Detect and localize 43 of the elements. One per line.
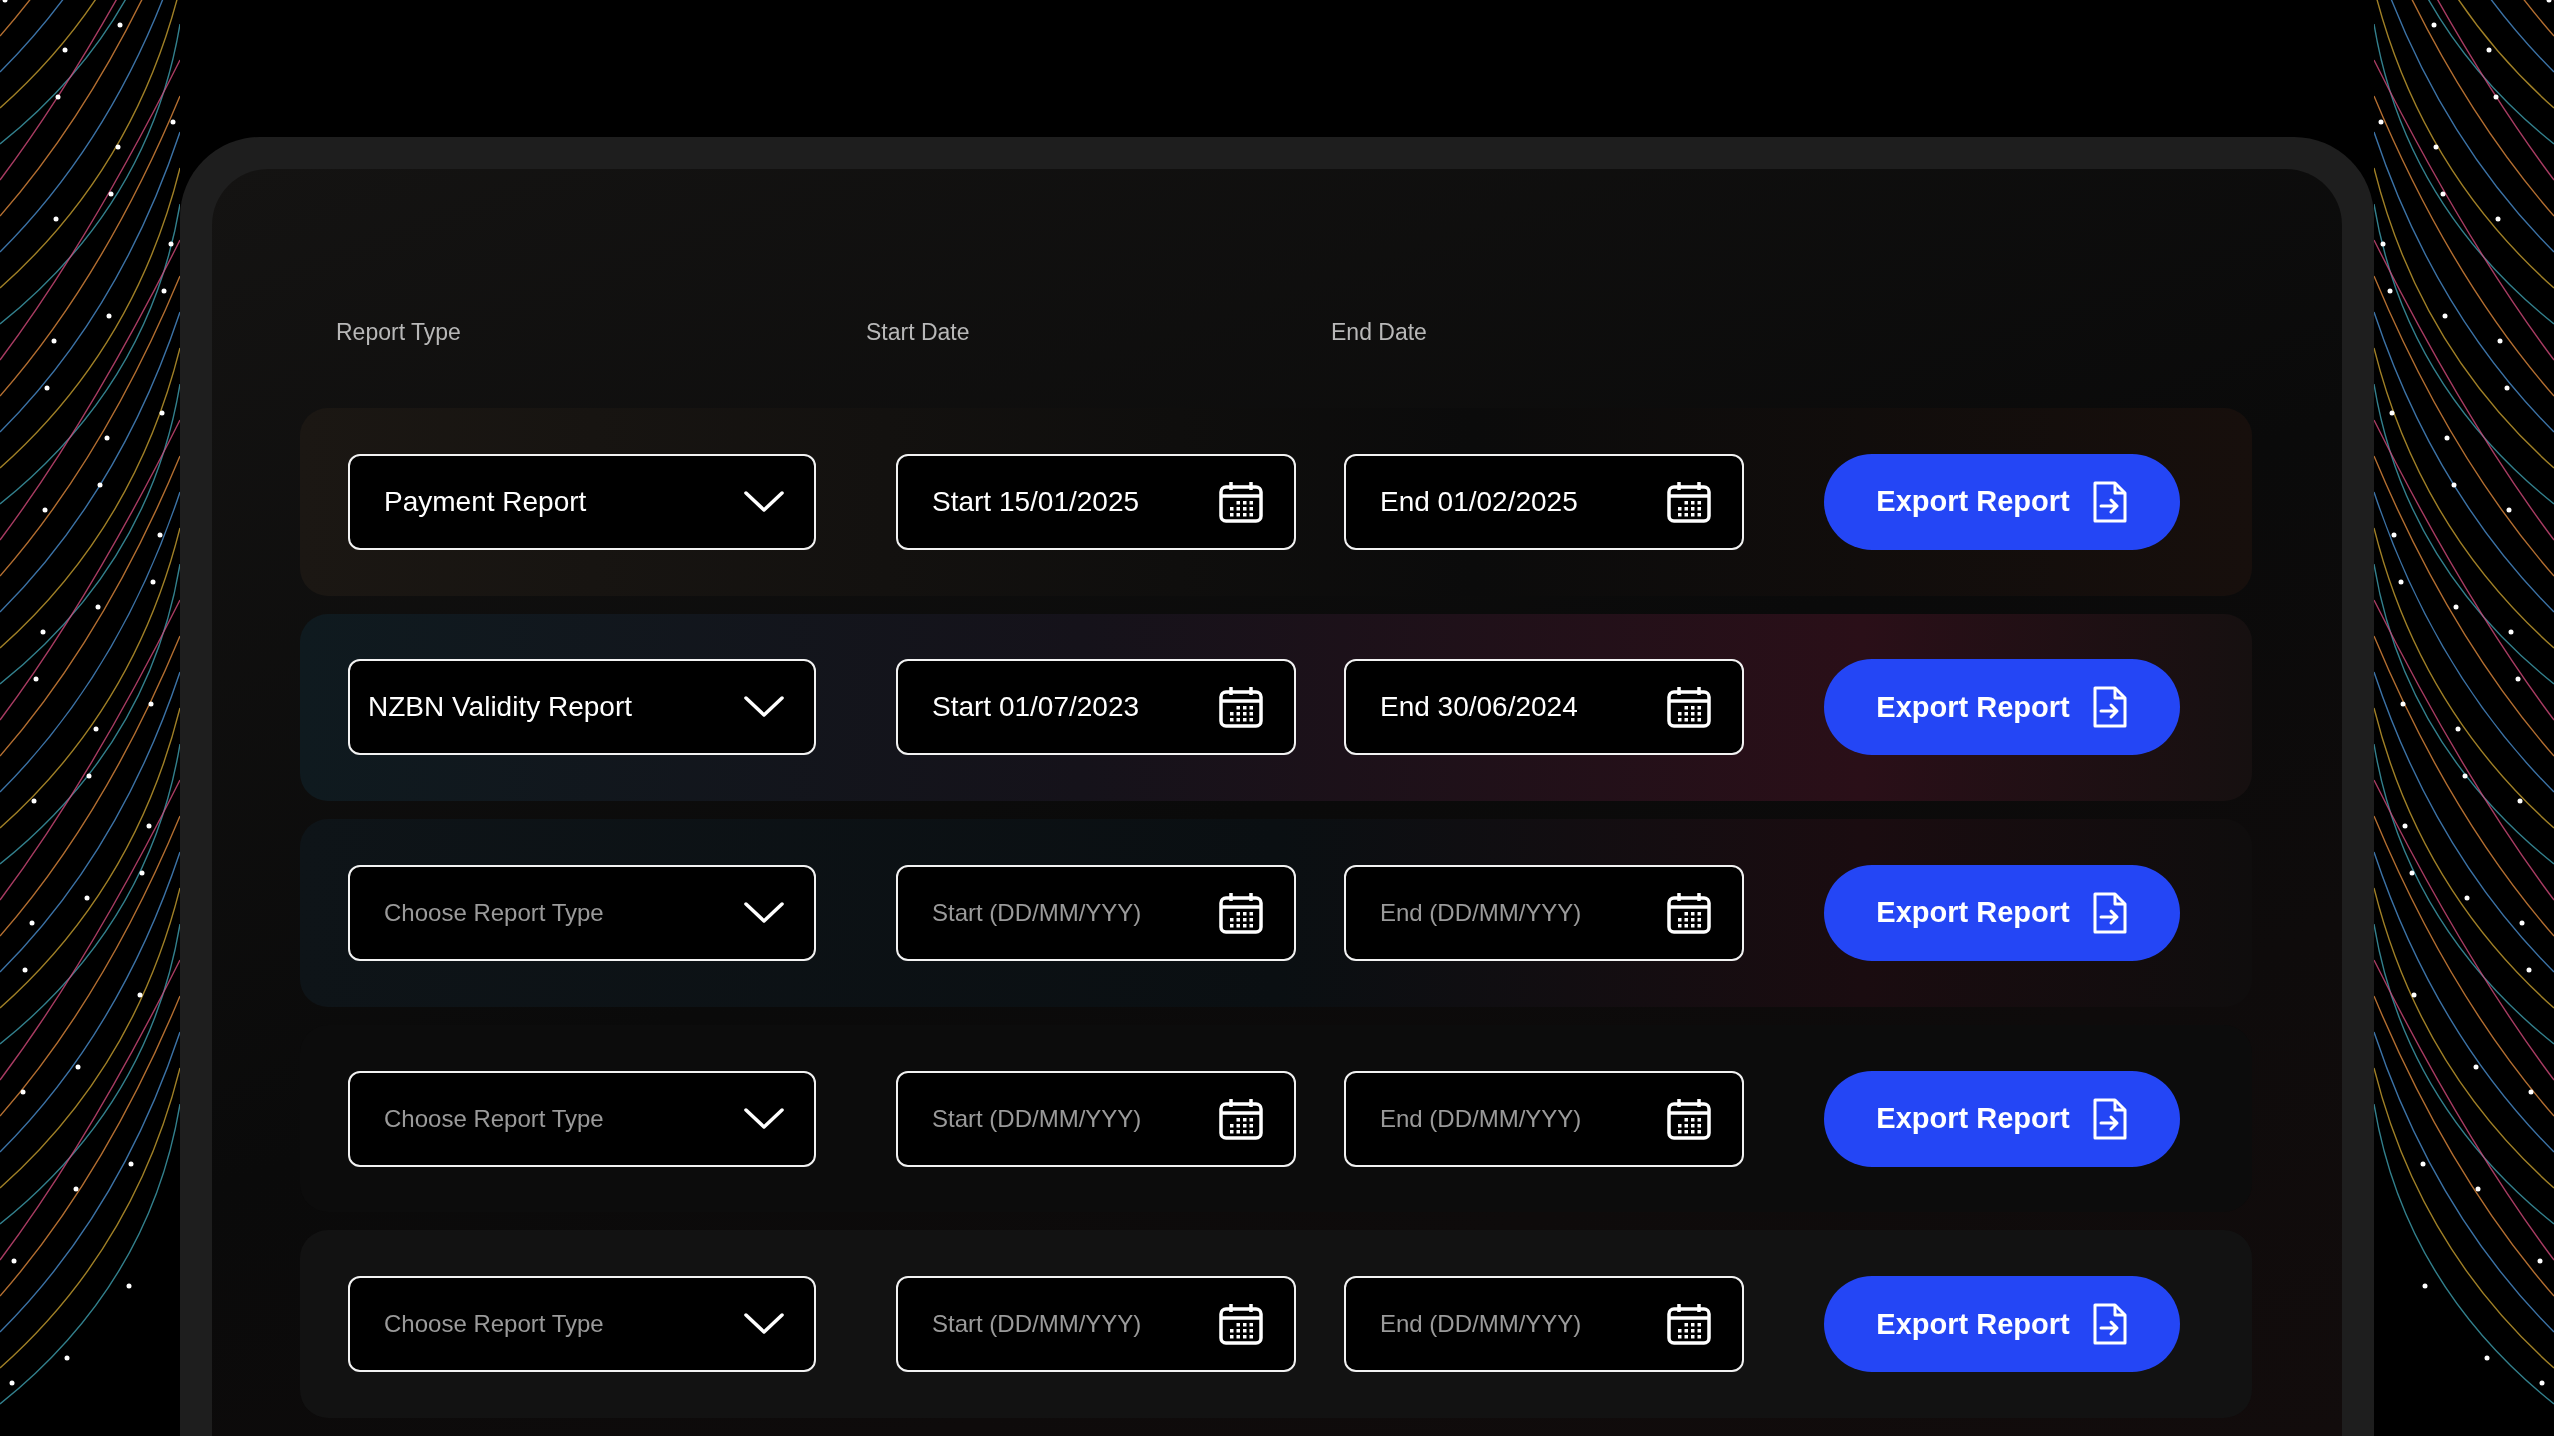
report-type-dropdown[interactable]: Choose Report Type <box>348 1070 816 1167</box>
end-date-field[interactable]: End 01/02/2025 <box>1344 453 1744 550</box>
column-header: Start Date <box>866 319 971 346</box>
file-export-icon <box>2091 1302 2128 1347</box>
export-report-button[interactable]: Export Report <box>1824 1276 2180 1373</box>
column-header: End Date <box>1331 319 1428 346</box>
start-date-field[interactable]: Start (DD/MM/YYY) <box>896 1276 1296 1373</box>
start-date-field[interactable]: Start (DD/MM/YYY) <box>896 1070 1296 1167</box>
calendar-icon <box>1218 1303 1264 1346</box>
calendar-icon <box>1218 480 1264 523</box>
calendar-icon <box>1666 480 1712 523</box>
report-type-dropdown[interactable]: NZBN Validity Report <box>348 659 816 756</box>
export-report-button[interactable]: Export Report <box>1824 659 2180 756</box>
end-date-field[interactable]: End (DD/MM/YYY) <box>1344 1070 1744 1167</box>
report-type-dropdown[interactable]: Choose Report Type <box>348 1276 816 1373</box>
start-date-field[interactable]: Start (DD/MM/YYY) <box>896 865 1296 961</box>
report-type-dropdown[interactable]: Payment Report <box>348 453 816 550</box>
chevron-down-icon <box>744 696 784 719</box>
start-date-field[interactable]: Start 01/07/2023 <box>896 659 1296 756</box>
export-report-button[interactable]: Export Report <box>1824 1070 2180 1167</box>
chevron-down-icon <box>744 902 784 924</box>
export-report-button[interactable]: Export Report <box>1824 453 2180 550</box>
chevron-down-icon <box>744 1313 784 1336</box>
calendar-icon <box>1218 1097 1264 1140</box>
file-export-icon <box>2091 891 2128 935</box>
chevron-down-icon <box>744 490 784 513</box>
file-export-icon <box>2091 685 2128 730</box>
column-header: Report Type <box>336 319 462 346</box>
export-report-button[interactable]: Export Report <box>1824 865 2180 961</box>
end-date-field[interactable]: End 30/06/2024 <box>1344 659 1744 756</box>
end-date-field[interactable]: End (DD/MM/YYY) <box>1344 1276 1744 1373</box>
calendar-icon <box>1666 1303 1712 1346</box>
start-date-field[interactable]: Start 15/01/2025 <box>896 453 1296 550</box>
calendar-icon <box>1666 892 1712 934</box>
file-export-icon <box>2091 479 2128 524</box>
calendar-icon <box>1666 686 1712 729</box>
report-type-dropdown[interactable]: Choose Report Type <box>348 865 816 961</box>
end-date-field[interactable]: End (DD/MM/YYY) <box>1344 865 1744 961</box>
calendar-icon <box>1666 1097 1712 1140</box>
file-export-icon <box>2091 1096 2128 1141</box>
calendar-icon <box>1218 686 1264 729</box>
calendar-icon <box>1218 892 1264 934</box>
chevron-down-icon <box>744 1107 784 1130</box>
